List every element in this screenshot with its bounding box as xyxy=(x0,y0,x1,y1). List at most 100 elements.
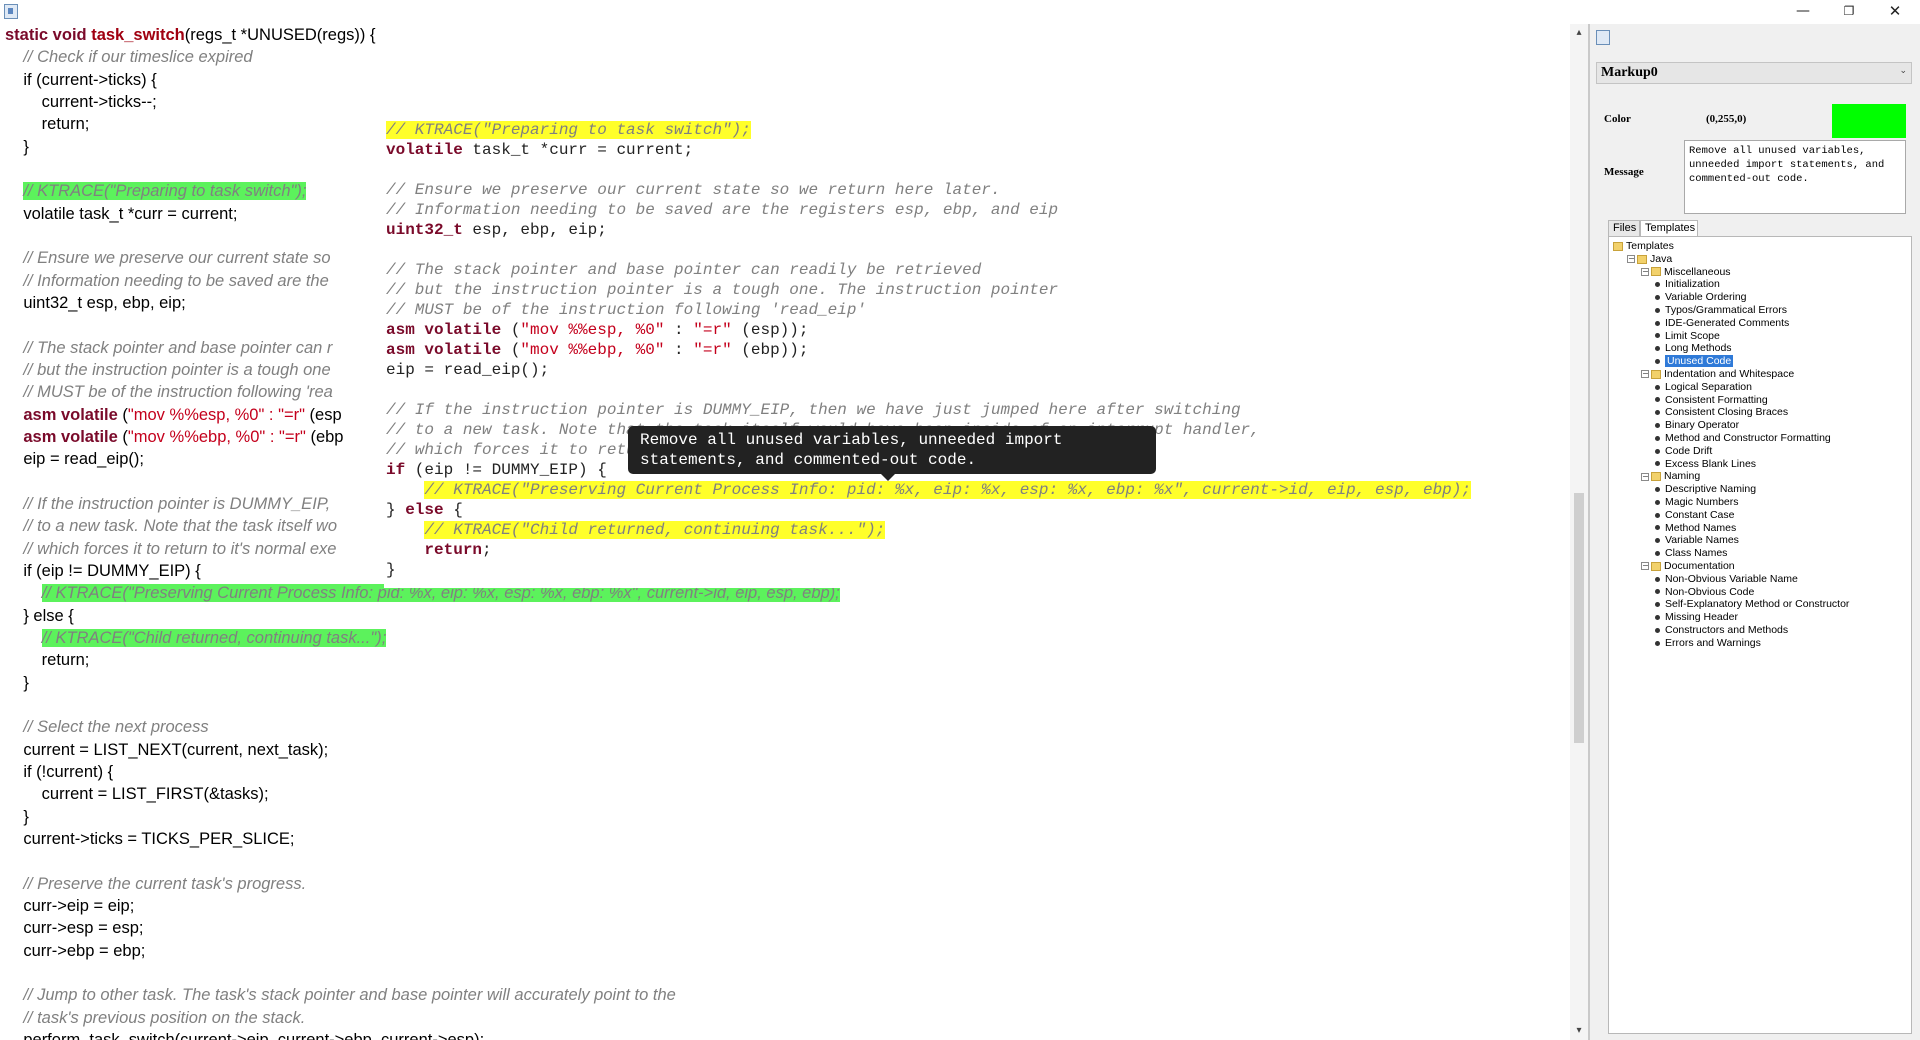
tree-item[interactable]: Magic Numbers xyxy=(1655,496,1739,509)
tree-item[interactable]: Class Names xyxy=(1655,547,1727,560)
overlay-code-line: // but the instruction pointer is a toug… xyxy=(386,280,1058,300)
tree-folder[interactable]: − Miscellaneous xyxy=(1641,266,1731,279)
scroll-up-icon[interactable]: ▴ xyxy=(1570,24,1588,42)
tree-item[interactable]: Method Names xyxy=(1655,522,1736,535)
code-token: static void xyxy=(5,26,92,44)
tree-item[interactable]: Constant Case xyxy=(1655,509,1734,522)
bullet-icon xyxy=(1655,576,1660,582)
code-line: // Preserve the current task's progress. xyxy=(5,873,306,895)
code-token: // KTRACE("Child returned, continuing ta… xyxy=(424,521,886,539)
tree-item[interactable]: Non-Obvious Variable Name xyxy=(1655,573,1798,586)
code-token: // The stack pointer and base pointer ca… xyxy=(5,338,333,357)
message-textarea[interactable]: Remove all unused variables, unneeded im… xyxy=(1684,140,1906,214)
code-token: asm volatile xyxy=(23,427,118,446)
tree-item[interactable]: Variable Ordering xyxy=(1655,291,1747,304)
tree-item[interactable]: Missing Header xyxy=(1655,611,1738,624)
tree-folder[interactable]: − Java xyxy=(1627,253,1672,266)
tree-folder[interactable]: Templates xyxy=(1613,240,1674,253)
collapse-icon[interactable]: − xyxy=(1641,472,1649,481)
markup-select[interactable]: Markup0 ⌄ xyxy=(1596,62,1912,84)
bullet-icon xyxy=(1655,525,1660,531)
scroll-track[interactable] xyxy=(1570,42,1588,1022)
tree-item[interactable]: Non-Obvious Code xyxy=(1655,586,1754,599)
tree-item[interactable]: Typos/Grammatical Errors xyxy=(1655,304,1787,317)
tree-label: Method and Constructor Formatting xyxy=(1665,432,1831,444)
code-line: // KTRACE("Child returned, continuing ta… xyxy=(5,627,387,649)
bullet-icon xyxy=(1655,294,1660,300)
color-value: (0,255,0) xyxy=(1706,113,1747,125)
overlay-code-line: volatile task_t *curr = current; xyxy=(386,140,693,160)
scroll-down-icon[interactable]: ▾ xyxy=(1570,1022,1588,1040)
tree-folder[interactable]: − Documentation xyxy=(1641,560,1735,573)
bullet-icon xyxy=(1655,550,1660,556)
code-token: // Preserve the current task's progress. xyxy=(5,874,307,893)
code-token: if (!current) { xyxy=(5,762,114,781)
code-token: if (current->ticks) { xyxy=(5,70,157,89)
code-token: curr->ebp = ebp; xyxy=(5,941,146,960)
tree-item[interactable]: Limit Scope xyxy=(1655,330,1720,343)
tree-label: Code Drift xyxy=(1665,444,1713,457)
code-line: } xyxy=(5,806,29,828)
folder-icon xyxy=(1637,254,1647,264)
tree-item[interactable]: Variable Names xyxy=(1655,534,1739,547)
tree-label: Non-Obvious Variable Name xyxy=(1665,572,1798,585)
code-line: asm volatile ("mov %%ebp, %0" : "=r" (eb… xyxy=(5,426,343,448)
tree-folder[interactable]: − Indentation and Whitespace xyxy=(1641,368,1794,381)
color-swatch[interactable] xyxy=(1832,104,1906,138)
tree-label: Typos/Grammatical Errors xyxy=(1665,304,1787,316)
bullet-icon xyxy=(1655,627,1660,633)
tree-label: Consistent Closing Braces xyxy=(1665,406,1789,419)
code-token: asm xyxy=(386,321,425,339)
tree-item[interactable]: Self-Explanatory Method or Constructor xyxy=(1655,598,1849,611)
tree-item[interactable]: Unused Code xyxy=(1655,355,1734,368)
collapse-icon[interactable]: − xyxy=(1641,267,1649,276)
code-token: // Jump to other task. The task's stack … xyxy=(5,986,676,1005)
collapse-icon[interactable]: − xyxy=(1641,370,1649,379)
tree-folder[interactable]: − Naming xyxy=(1641,470,1700,483)
code-token: asm volatile xyxy=(23,405,118,424)
tree-label: Unused Code xyxy=(1665,355,1734,368)
tree-item[interactable]: IDE-Generated Comments xyxy=(1655,317,1789,330)
tree-item[interactable]: Binary Operator xyxy=(1655,419,1739,432)
code-token: eip = read_eip(); xyxy=(386,361,550,379)
tab-files[interactable]: Files xyxy=(1608,220,1640,236)
tab-templates[interactable]: Templates xyxy=(1640,220,1698,236)
overlay-code-line: } else { xyxy=(386,500,463,520)
scroll-thumb[interactable] xyxy=(1574,492,1584,743)
collapse-icon[interactable]: − xyxy=(1627,255,1635,264)
tree-item[interactable]: Excess Blank Lines xyxy=(1655,458,1756,471)
close-button[interactable]: ✕ xyxy=(1872,0,1918,24)
overlay-code-line: uint32_t esp, ebp, eip; xyxy=(386,220,607,240)
code-line: current = LIST_FIRST(&tasks); xyxy=(5,783,269,805)
code-token: ( xyxy=(117,405,128,424)
tree-item[interactable]: Constructors and Methods xyxy=(1655,624,1788,637)
code-token: // Check if our timeslice expired xyxy=(5,48,253,67)
collapse-icon[interactable]: − xyxy=(1641,562,1649,571)
code-token: // but the instruction pointer is a toug… xyxy=(5,360,331,379)
code-editor[interactable]: static void task_switch(regs_t *UNUSED(r… xyxy=(0,24,1570,1040)
tree-item[interactable]: Logical Separation xyxy=(1655,381,1752,394)
tree-item[interactable]: Errors and Warnings xyxy=(1655,637,1761,650)
code-line: // MUST be of the instruction following … xyxy=(5,381,332,403)
vertical-scrollbar[interactable]: ▴ ▾ xyxy=(1570,24,1588,1040)
bullet-icon xyxy=(1655,410,1660,416)
minimize-button[interactable]: — xyxy=(1780,0,1826,24)
tree-label: Variable Names xyxy=(1665,534,1739,547)
tree-item[interactable]: Consistent Formatting xyxy=(1655,394,1768,407)
tree-item[interactable]: Descriptive Naming xyxy=(1655,483,1756,496)
folder-icon xyxy=(1651,561,1661,571)
tree-item[interactable]: Code Drift xyxy=(1655,445,1712,458)
tree-label: Missing Header xyxy=(1665,611,1738,624)
tree-label: Constructors and Methods xyxy=(1665,624,1789,636)
maximize-button[interactable]: ❐ xyxy=(1826,0,1872,24)
tree-item[interactable]: Method and Constructor Formatting xyxy=(1655,432,1831,445)
overlay-code-line: // KTRACE("Child returned, continuing ta… xyxy=(386,520,886,540)
tree-item[interactable]: Initialization xyxy=(1655,278,1720,291)
code-line: volatile task_t *curr = current; xyxy=(5,203,237,225)
tree-item[interactable]: Consistent Closing Braces xyxy=(1655,406,1788,419)
code-token: // but the instruction pointer is a toug… xyxy=(386,281,1059,299)
overlay-code-line: eip = read_eip(); xyxy=(386,360,549,380)
tree-item[interactable]: Long Methods xyxy=(1655,342,1732,355)
code-line: // Select the next process xyxy=(5,716,208,738)
